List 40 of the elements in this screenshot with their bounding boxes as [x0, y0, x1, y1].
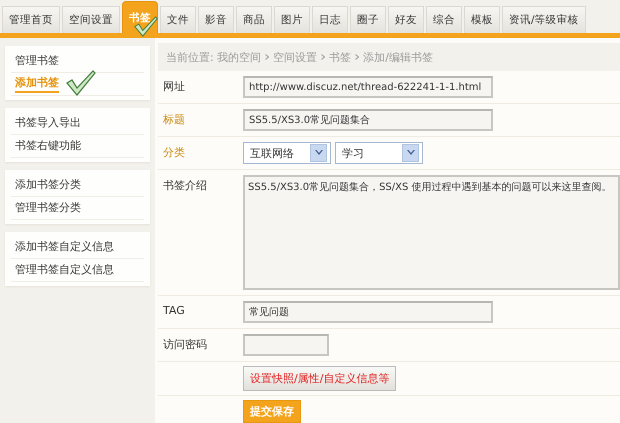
input-field[interactable]: http://www.discuz.net/thread-622241-1-1.html — [243, 76, 493, 98]
sidebar-item[interactable]: 书签右键功能 — [11, 135, 144, 158]
caret-icon — [406, 150, 414, 156]
input-field[interactable]: 常见问题 — [243, 301, 493, 323]
field-label: 标题 — [162, 112, 186, 128]
options-button[interactable]: 设置快照/属性/自定义信息等 — [243, 366, 396, 391]
sidebar-item[interactable]: 管理书签自定义信息 — [11, 259, 144, 282]
text-area[interactable]: SS5.5/XS3.0常见问题集合，SS/XS 使用过程中遇到基本的问题可以来这里查阅。 — [243, 175, 620, 290]
nav-tab[interactable]: 日志 — [312, 6, 348, 33]
nav-tab[interactable]: 资讯/等级审核 — [502, 6, 586, 33]
breadcrumb: 当前位置: 我的空间 空间设置 书签 添加/编辑书签 — [158, 43, 620, 71]
field-label: 网址 — [162, 79, 186, 95]
field-label: 分类 — [162, 145, 186, 161]
sidebar-item[interactable]: 书签导入导出 — [11, 112, 144, 135]
field-label: 书签介绍 — [162, 178, 208, 194]
field-label: 访问密码 — [162, 337, 208, 353]
nav-tab[interactable]: 好友 — [388, 6, 424, 33]
nav-tab[interactable]: 管理首页 — [2, 6, 60, 33]
field-label: TAG — [162, 303, 186, 319]
sidebar-item[interactable]: 添加书签分类 — [11, 174, 144, 197]
nav-tab[interactable]: 文件 — [160, 6, 196, 33]
nav-tab[interactable]: 模板 — [464, 6, 500, 33]
nav-tab[interactable]: 圈子 — [350, 6, 386, 33]
nav-tab[interactable]: 商品 — [236, 6, 272, 33]
dropdown[interactable]: 互联网络 — [243, 142, 331, 164]
nav-tab[interactable]: 图片 — [274, 6, 310, 33]
check-icon — [66, 70, 96, 96]
nav-tab[interactable]: 综合 — [426, 6, 462, 33]
sidebar-item[interactable]: 添加书签自定义信息 — [11, 236, 144, 259]
chevron-icon — [265, 54, 270, 60]
sidebar-item[interactable]: 管理书签 — [11, 50, 144, 73]
nav-tab[interactable]: 影音 — [198, 6, 234, 33]
chevron-icon — [355, 54, 360, 60]
password-field[interactable] — [243, 334, 329, 356]
caret-icon — [314, 150, 322, 156]
nav-tab[interactable]: 空间设置 — [62, 6, 120, 33]
input-field[interactable]: SS5.5/XS3.0常见问题集合 — [243, 109, 493, 131]
chevron-icon — [321, 54, 326, 60]
sidebar-item[interactable]: 管理书签分类 — [11, 197, 144, 220]
dropdown[interactable]: 学习 — [335, 142, 423, 164]
